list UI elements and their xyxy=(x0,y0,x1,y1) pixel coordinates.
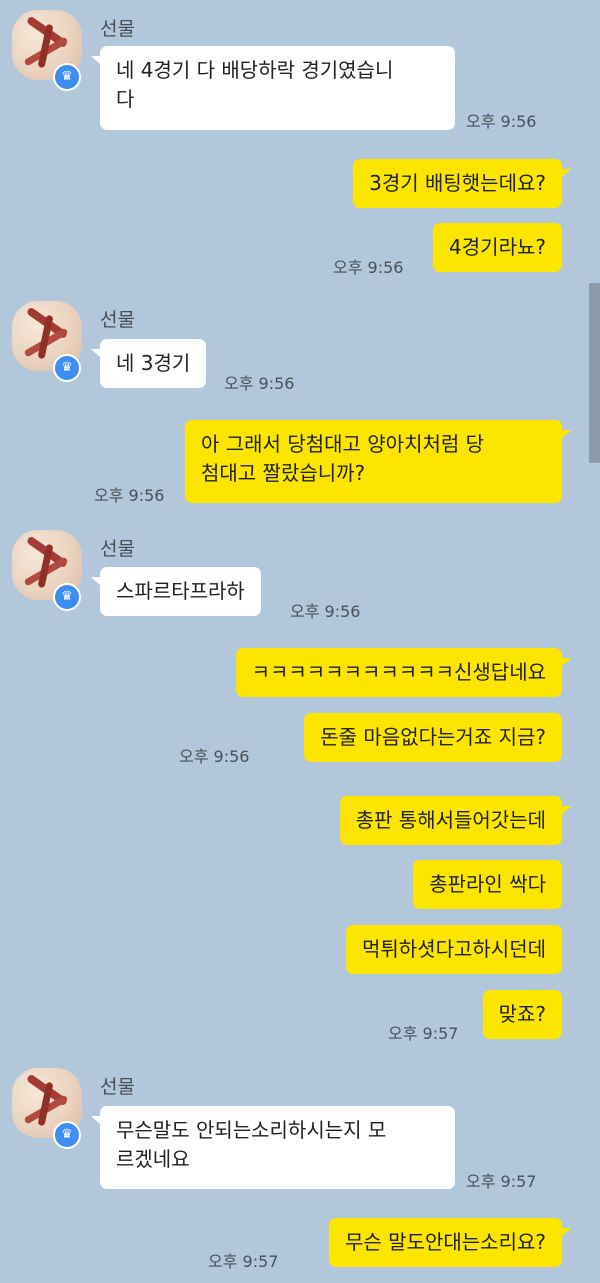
message-time: 오후 9:57 xyxy=(388,1024,459,1043)
message-bubble-outgoing[interactable]: 총판라인 싹다 xyxy=(413,860,562,909)
crown-icon: ♛ xyxy=(53,583,81,611)
message-time: 오후 9:56 xyxy=(179,747,250,766)
crown-icon: ♛ xyxy=(53,354,81,382)
message-bubble-outgoing[interactable]: 무슨 말도안대는소리요? xyxy=(329,1218,571,1267)
message-time: 오후 9:57 xyxy=(208,1252,279,1271)
message-time: 오후 9:56 xyxy=(333,258,404,277)
message-bubble-outgoing[interactable]: 4경기라뇨? xyxy=(433,223,562,272)
message-bubble-incoming[interactable]: 스파르타프라하 xyxy=(91,567,261,616)
crown-icon: ♛ xyxy=(53,1121,81,1149)
message-bubble-incoming[interactable]: 무슨말도 안되는소리하시는지 모 르겠네요 xyxy=(91,1106,455,1189)
message-bubble-outgoing[interactable]: 먹튀하셧다고하시던데 xyxy=(346,925,562,974)
chat-window: ♛ 선물 네 4경기 다 배당하락 경기였습니 다 오후 9:56 3경기 배팅… xyxy=(0,0,600,1283)
message-time: 오후 9:56 xyxy=(94,486,165,505)
message-time: 오후 9:57 xyxy=(466,1172,537,1191)
message-bubble-outgoing[interactable]: ㅋㅋㅋㅋㅋㅋㅋㅋㅋㅋㅋ신생답네요 xyxy=(235,648,572,697)
message-bubble-incoming[interactable]: 네 3경기 xyxy=(90,339,207,388)
sender-name: 선물 xyxy=(100,18,135,40)
message-bubble-outgoing[interactable]: 돈줄 마음없다는거죠 지금? xyxy=(304,713,562,762)
sender-name: 선물 xyxy=(100,538,135,560)
message-bubble-outgoing[interactable]: 총판 통해서들어갓는데 xyxy=(339,796,572,845)
sender-name: 선물 xyxy=(100,1076,135,1098)
message-time: 오후 9:56 xyxy=(466,112,537,131)
message-bubble-outgoing[interactable]: 맞죠? xyxy=(482,990,562,1039)
message-bubble-outgoing[interactable]: 아 그래서 당첨대고 양아치처럼 당 첨대고 짤랐습니까? xyxy=(185,420,571,503)
message-time: 오후 9:56 xyxy=(224,374,295,393)
crown-icon: ♛ xyxy=(53,63,81,91)
sender-name: 선물 xyxy=(100,309,135,331)
scrollbar[interactable] xyxy=(589,283,600,463)
message-time: 오후 9:56 xyxy=(290,602,361,621)
message-bubble-incoming[interactable]: 네 4경기 다 배당하락 경기였습니 다 xyxy=(91,46,455,130)
message-bubble-outgoing[interactable]: 3경기 배팅햇는데요? xyxy=(353,159,571,208)
